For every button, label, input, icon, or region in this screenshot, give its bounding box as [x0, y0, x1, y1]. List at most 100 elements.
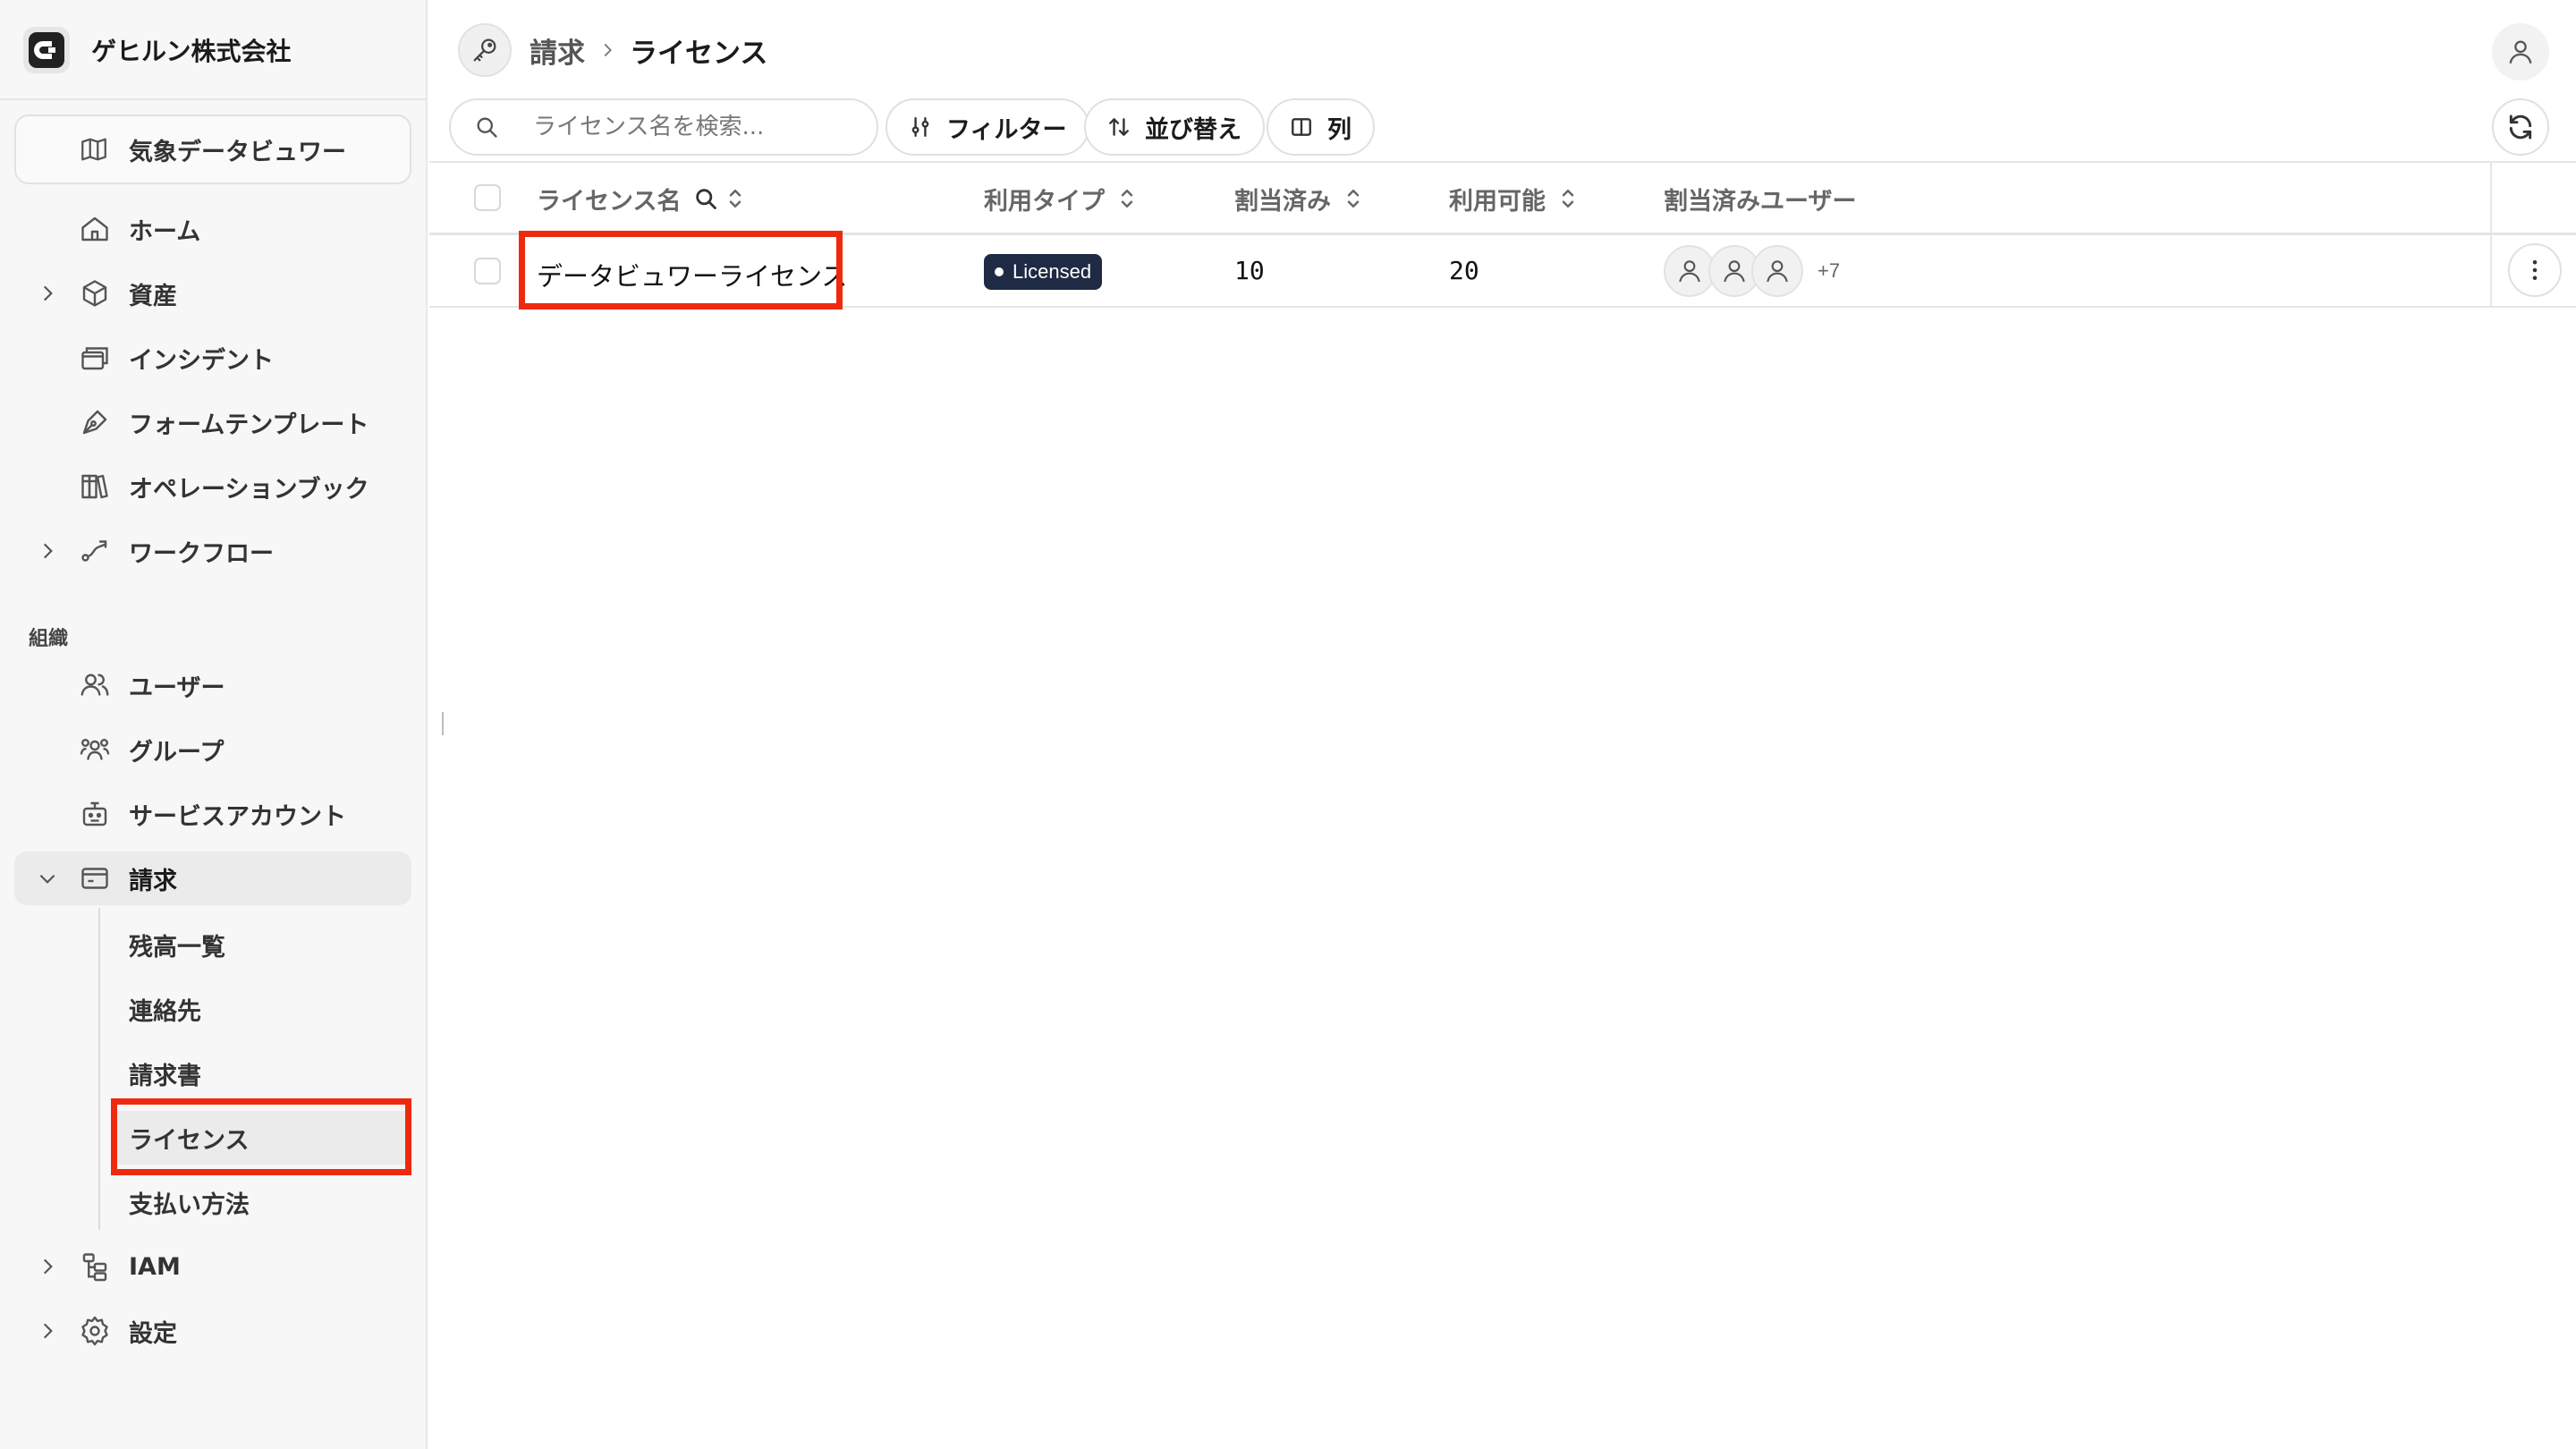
- sidebar-subitem-label: 請求書: [129, 1062, 201, 1090]
- sort-icon[interactable]: [1558, 185, 1578, 212]
- sidebar-resize-handle[interactable]: [442, 712, 444, 735]
- sidebar-item-label: フォームテンプレート: [129, 411, 369, 439]
- sidebar-subitem-balance[interactable]: 残高一覧: [111, 918, 411, 971]
- search-icon[interactable]: [693, 186, 718, 211]
- users-icon: [79, 669, 111, 701]
- group-icon: [79, 733, 111, 766]
- available-count: 20: [1449, 256, 1479, 285]
- sidebar-subitem-label: 残高一覧: [129, 933, 225, 962]
- refresh-button[interactable]: [2492, 98, 2549, 156]
- chevron-right-icon[interactable]: [36, 1255, 59, 1278]
- sidebar-item-form-templates[interactable]: フォームテンプレート: [14, 395, 411, 449]
- app-switcher-button[interactable]: 気象データビュワー: [14, 114, 411, 184]
- sidebar-item-users[interactable]: ユーザー: [14, 658, 411, 712]
- chevron-right-icon: [597, 40, 617, 60]
- column-header-label: 割当済み: [1234, 187, 1331, 216]
- status-dot: [995, 267, 1004, 276]
- search-input[interactable]: [531, 113, 875, 141]
- sort-arrows-icon: [1107, 115, 1131, 139]
- sidebar-item-label: 資産: [129, 282, 177, 310]
- search-icon: [474, 114, 499, 140]
- section-label-organization: 組織: [29, 628, 69, 650]
- sort-icon[interactable]: [1343, 185, 1363, 212]
- table-border-top: [429, 161, 2576, 163]
- org-name: ゲヒルン株式会社: [91, 37, 292, 66]
- page-title: ライセンス: [630, 37, 768, 70]
- org-header[interactable]: ゲヒルン株式会社: [21, 23, 291, 77]
- sidebar-item-assets[interactable]: 資産: [14, 267, 411, 320]
- sidebar-subitem-contacts[interactable]: 連絡先: [111, 982, 411, 1036]
- columns-icon: [1290, 115, 1313, 139]
- column-header-type[interactable]: 利用タイプ: [984, 179, 1137, 218]
- column-header-label: ライセンス名: [537, 187, 682, 216]
- gear-icon: [79, 1315, 111, 1347]
- breadcrumb-parent-link[interactable]: 請求: [530, 30, 585, 71]
- column-header-assigned[interactable]: 割当済み: [1234, 179, 1363, 218]
- breadcrumb: 請求 ライセンス: [530, 30, 768, 71]
- more-vertical-icon: [2521, 257, 2548, 284]
- sort-icon[interactable]: [725, 185, 745, 212]
- sliders-icon: [909, 115, 932, 139]
- hierarchy-icon: [79, 1250, 111, 1283]
- column-header-label: 利用可能: [1449, 187, 1546, 216]
- column-header-label: 割当済みユーザー: [1664, 187, 1857, 216]
- sidebar-item-label: 請求: [129, 867, 177, 895]
- sidebar-item-home[interactable]: ホーム: [14, 202, 411, 256]
- map-icon: [79, 134, 109, 165]
- select-all-checkbox[interactable]: [474, 184, 501, 211]
- filter-button-label: フィルター: [946, 115, 1067, 144]
- app-switcher-label: 気象データビュワー: [129, 138, 346, 166]
- more-users-count[interactable]: +7: [1818, 259, 1840, 283]
- sidebar-item-label: 設定: [129, 1319, 177, 1348]
- home-icon: [79, 213, 111, 245]
- sidebar-item-service-accounts[interactable]: サービスアカウント: [14, 787, 411, 841]
- column-header-assigned-users: 割当済みユーザー: [1664, 179, 1856, 218]
- sort-button-label: 並び替え: [1145, 115, 1241, 144]
- sidebar-item-iam[interactable]: IAM: [14, 1240, 411, 1293]
- row-checkbox[interactable]: [474, 258, 501, 284]
- avatar[interactable]: [1751, 245, 1803, 297]
- user-icon: [1675, 257, 1704, 285]
- window-stack-icon: [79, 342, 111, 374]
- chevron-right-icon[interactable]: [36, 1319, 59, 1343]
- sidebar-item-label: グループ: [129, 738, 225, 767]
- sort-icon[interactable]: [1117, 185, 1137, 212]
- license-search[interactable]: [449, 98, 878, 156]
- sidebar-item-label: インシデント: [129, 346, 274, 375]
- highlight-box-licenses: [111, 1098, 411, 1175]
- sidebar-item-groups[interactable]: グループ: [14, 723, 411, 776]
- user-icon: [1763, 257, 1792, 285]
- sidebar: ゲヒルン株式会社 気象データビュワー ホーム 資産 インシデント フォームテンプ: [0, 0, 428, 1449]
- books-icon: [79, 470, 111, 503]
- sidebar-item-label: サービスアカウント: [129, 802, 346, 831]
- highlight-box-license-name: [519, 231, 843, 309]
- chevron-right-icon[interactable]: [36, 539, 59, 563]
- columns-button[interactable]: 列: [1267, 98, 1375, 156]
- sidebar-item-incidents[interactable]: インシデント: [14, 331, 411, 385]
- assigned-count: 10: [1234, 256, 1265, 285]
- chevron-down-icon[interactable]: [36, 867, 59, 890]
- sidebar-subitem-label: 支払い方法: [129, 1191, 250, 1219]
- filter-button[interactable]: フィルター: [886, 98, 1090, 156]
- sidebar-item-settings[interactable]: 設定: [14, 1304, 411, 1358]
- cube-icon: [79, 277, 111, 309]
- usage-type-label: Licensed: [1013, 260, 1092, 283]
- submenu-guide-line: [98, 908, 100, 1230]
- sidebar-item-billing[interactable]: 請求: [14, 852, 411, 905]
- row-actions-button[interactable]: [2508, 243, 2562, 297]
- sidebar-item-operation-books[interactable]: オペレーションブック: [14, 460, 411, 513]
- column-header-available[interactable]: 利用可能: [1449, 179, 1578, 218]
- refresh-icon: [2506, 113, 2535, 141]
- chevron-right-icon[interactable]: [36, 282, 59, 305]
- sidebar-subitem-invoices[interactable]: 請求書: [111, 1046, 411, 1100]
- sort-button[interactable]: 並び替え: [1084, 98, 1265, 156]
- usage-type-badge: Licensed: [984, 254, 1103, 290]
- user-menu-button[interactable]: [2492, 23, 2549, 80]
- sidebar-subitem-payment-methods[interactable]: 支払い方法: [111, 1175, 411, 1229]
- actions-column-divider: [2490, 161, 2492, 308]
- sidebar-divider: [0, 98, 426, 100]
- sidebar-item-label: オペレーションブック: [129, 475, 369, 504]
- sidebar-item-workflows[interactable]: ワークフロー: [14, 524, 411, 578]
- column-header-name[interactable]: ライセンス名: [537, 179, 745, 218]
- sidebar-subitem-label: 連絡先: [129, 997, 201, 1026]
